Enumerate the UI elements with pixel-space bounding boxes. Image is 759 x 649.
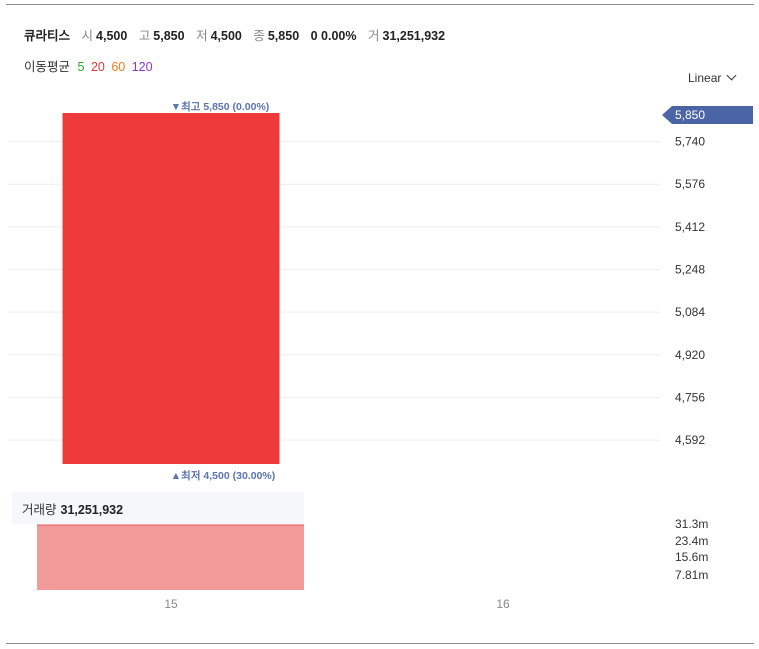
y-tick-label: 5,412 xyxy=(675,220,705,234)
y-tick-label: 5,084 xyxy=(675,305,705,319)
high-annotation: ▼최고 5,850 (0.00%) xyxy=(171,100,270,113)
price-chart[interactable]: 5,740 5,576 5,412 5,248 5,084 4,920 4,756 4,592… xyxy=(0,0,759,649)
current-price-label: 5,850 xyxy=(675,108,705,122)
y-tick-label: 5,740 xyxy=(675,135,705,149)
y-tick-label: 4,592 xyxy=(675,433,705,447)
y-tick-label: 5,576 xyxy=(675,177,705,191)
volume-tick-label: 7.81m xyxy=(675,568,708,582)
y-tick-label: 4,756 xyxy=(675,390,705,404)
volume-panel-label: 거래량 31,251,932 xyxy=(22,499,123,518)
low-annotation: ▲최저 4,500 (30.00%) xyxy=(171,469,275,482)
x-tick-label: 15 xyxy=(164,597,178,611)
x-tick-label: 16 xyxy=(496,597,510,611)
bottom-border xyxy=(6,643,754,644)
volume-tick-label: 15.6m xyxy=(675,550,708,564)
volume-tick-label: 23.4m xyxy=(675,534,708,548)
candle-body xyxy=(62,113,280,464)
volume-bar xyxy=(37,525,304,590)
volume-value: 31,251,932 xyxy=(60,503,124,517)
volume-tick-label: 31.3m xyxy=(675,517,708,531)
volume-label: 거래량 xyxy=(22,503,57,517)
y-tick-label: 4,920 xyxy=(675,348,705,362)
y-tick-label: 5,248 xyxy=(675,263,705,277)
